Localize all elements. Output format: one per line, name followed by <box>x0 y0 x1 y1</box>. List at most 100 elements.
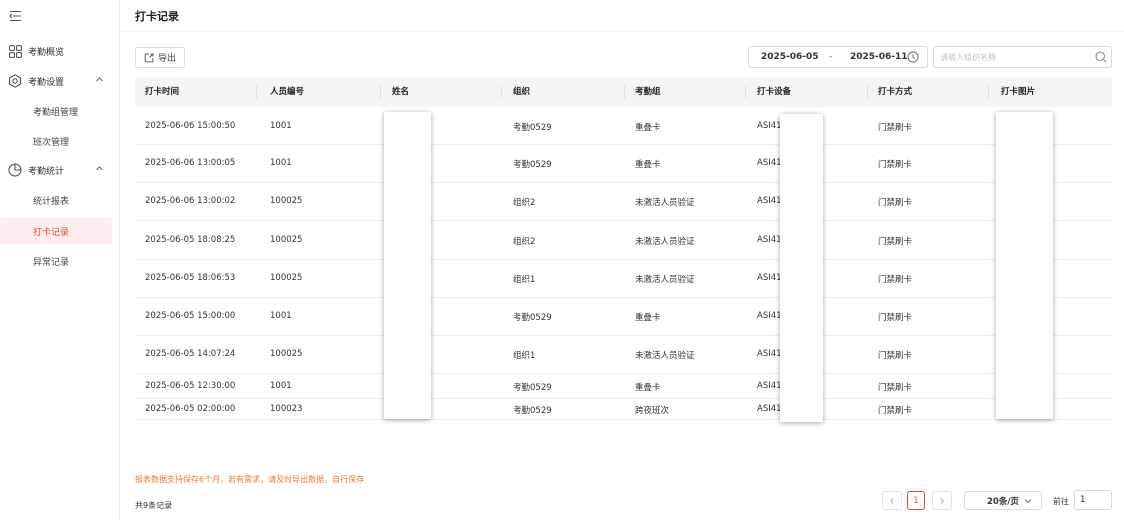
table-row: 2025-06-05 12:30:00 1001 考勤0529 重叠卡 ASI41(门禁… <box>135 374 1112 399</box>
table-row: 2025-06-06 13:00:05 1001 考勤0529 重叠卡 ASI41(门禁… <box>135 145 1112 183</box>
sidebar-item-label: 打卡记录 <box>33 227 70 238</box>
export-button[interactable]: 导出 <box>135 47 185 68</box>
cell-time: 2025-06-05 14:07:24 <box>145 349 236 359</box>
cell-org: 组织2 <box>513 198 536 208</box>
search-box[interactable] <box>933 46 1112 68</box>
sidebar-item-overview[interactable]: 考勤概览 <box>0 38 120 64</box>
cell-method: 门禁刷卡 <box>878 382 913 393</box>
sidebar-item-label: 统计报表 <box>33 196 70 207</box>
date-range-picker[interactable]: 2025-06-05 - 2025-06-11 <box>748 46 928 68</box>
cell-person-id: 1001 <box>270 380 292 391</box>
cell-time: 2025-06-05 15:00:00 <box>145 311 236 321</box>
cell-attendance-group: 重叠卡 <box>635 160 661 170</box>
table-row: 2025-06-06 15:00:50 1001 考勤0529 重叠卡 ASI41(门禁… <box>135 108 1112 145</box>
redaction-box <box>996 112 1053 419</box>
menu-fold-icon[interactable] <box>9 10 22 22</box>
sidebar-item-punch-records[interactable]: 打卡记录 <box>0 218 112 244</box>
goto-label: 前往 <box>1053 497 1069 506</box>
cell-attendance-group: 重叠卡 <box>635 122 661 133</box>
sidebar: 考勤概览 考勤设置 考勤组管理 班次管理 考勤统计 统计报表 打卡记录 异常记录 <box>0 0 120 520</box>
cell-time: 2025-06-05 12:30:00 <box>145 380 236 391</box>
chevron-up-icon <box>95 164 104 176</box>
export-icon <box>144 53 154 63</box>
cell-org: 考勤0529 <box>513 382 552 393</box>
sidebar-item-label: 考勤组管理 <box>33 107 79 118</box>
settings-icon <box>8 74 22 88</box>
pie-chart-icon <box>8 163 22 177</box>
table-row: 2025-06-05 02:00:00 100023 考勤0529 跨夜班次 ASI41… <box>135 399 1112 420</box>
column-divider <box>624 86 625 98</box>
cell-time: 2025-06-06 15:00:50 <box>145 120 236 131</box>
goto-page-input[interactable] <box>1074 490 1112 510</box>
cell-time: 2025-06-06 13:00:05 <box>145 158 236 168</box>
page-title: 打卡记录 <box>135 9 179 23</box>
sidebar-item-reports[interactable]: 统计报表 <box>0 187 120 213</box>
cell-person-id: 1001 <box>270 120 292 131</box>
date-start[interactable]: 2025-06-05 <box>761 52 819 62</box>
sidebar-item-settings[interactable]: 考勤设置 <box>0 68 120 94</box>
column-header-time: 打卡时间 <box>145 87 180 97</box>
table-header: 打卡时间 人员编号 姓名 组织 考勤组 打卡设备 打卡方式 打卡图片 <box>135 77 1112 107</box>
sidebar-header <box>0 0 119 31</box>
cell-org: 组织1 <box>513 351 536 361</box>
table-row: 2025-06-05 18:08:25 100025 组织2 未激活人员验证 ASI41… <box>135 221 1112 260</box>
next-page-button[interactable] <box>932 491 952 510</box>
grid-icon <box>8 44 22 58</box>
table-row: 2025-06-05 14:07:24 100025 组织1 未激活人员验证 ASI41… <box>135 336 1112 374</box>
redaction-box <box>384 112 431 419</box>
page-size-value: 20条/页 <box>987 496 1019 507</box>
search-input[interactable] <box>940 50 1090 64</box>
sidebar-item-attendance-group[interactable]: 考勤组管理 <box>0 98 120 124</box>
sidebar-item-label: 异常记录 <box>33 257 70 268</box>
column-header-method: 打卡方式 <box>878 87 913 97</box>
cell-attendance-group: 重叠卡 <box>635 382 661 393</box>
column-divider <box>501 86 502 98</box>
sidebar-item-label: 考勤设置 <box>28 77 65 88</box>
column-divider <box>380 86 381 98</box>
page-size-select[interactable]: 20条/页 <box>964 491 1042 510</box>
cell-method: 门禁刷卡 <box>878 198 913 208</box>
column-divider <box>745 86 746 98</box>
sidebar-item-exceptions[interactable]: 异常记录 <box>0 248 120 274</box>
cell-attendance-group: 未激活人员验证 <box>635 275 695 285</box>
date-end[interactable]: 2025-06-11 <box>850 52 908 62</box>
total-count: 共9条记录 <box>135 501 173 510</box>
cell-person-id: 1001 <box>270 158 292 168</box>
cell-org: 考勤0529 <box>513 122 552 133</box>
cell-time: 2025-06-06 13:00:02 <box>145 196 236 206</box>
cell-method: 门禁刷卡 <box>878 405 913 416</box>
table-row: 2025-06-05 15:00:00 1001 考勤0529 重叠卡 ASI41(门禁… <box>135 298 1112 336</box>
cell-person-id: 100025 <box>270 349 303 359</box>
export-label: 导出 <box>157 54 176 64</box>
sidebar-item-shift[interactable]: 班次管理 <box>0 128 120 154</box>
chevron-left-icon <box>888 497 896 505</box>
cell-method: 门禁刷卡 <box>878 313 913 323</box>
cell-attendance-group: 未激活人员验证 <box>635 198 695 208</box>
column-divider <box>256 86 257 98</box>
page-number-current[interactable]: 1 <box>907 491 925 510</box>
column-header-attendance-group: 考勤组 <box>635 87 661 97</box>
cell-time: 2025-06-05 02:00:00 <box>145 403 236 414</box>
cell-person-id: 100025 <box>270 234 303 245</box>
sidebar-item-statistics[interactable]: 考勤统计 <box>0 157 120 183</box>
cell-org: 考勤0529 <box>513 405 552 416</box>
cell-person-id: 100023 <box>270 403 303 414</box>
cell-attendance-group: 未激活人员验证 <box>635 236 695 247</box>
chevron-up-icon <box>95 75 104 87</box>
chevron-right-icon <box>938 497 946 505</box>
cell-method: 门禁刷卡 <box>878 160 913 170</box>
table-row: 2025-06-06 13:00:02 100025 组织2 未激活人员验证 ASI41… <box>135 183 1112 221</box>
column-header-device: 打卡设备 <box>757 87 792 97</box>
cell-person-id: 100025 <box>270 273 303 283</box>
chevron-down-icon <box>1023 496 1033 509</box>
search-icon[interactable] <box>1095 51 1107 66</box>
cell-attendance-group: 重叠卡 <box>635 313 661 323</box>
cell-time: 2025-06-05 18:06:53 <box>145 273 236 283</box>
date-separator: - <box>829 52 833 62</box>
column-header-photo: 打卡图片 <box>1001 87 1036 97</box>
prev-page-button[interactable] <box>882 491 902 510</box>
cell-org: 组织1 <box>513 275 536 285</box>
sidebar-item-label: 班次管理 <box>33 137 70 148</box>
table-row: 2025-06-05 18:06:53 100025 组织1 未激活人员验证 ASI41… <box>135 260 1112 298</box>
page-header: 打卡记录 <box>121 0 1124 32</box>
